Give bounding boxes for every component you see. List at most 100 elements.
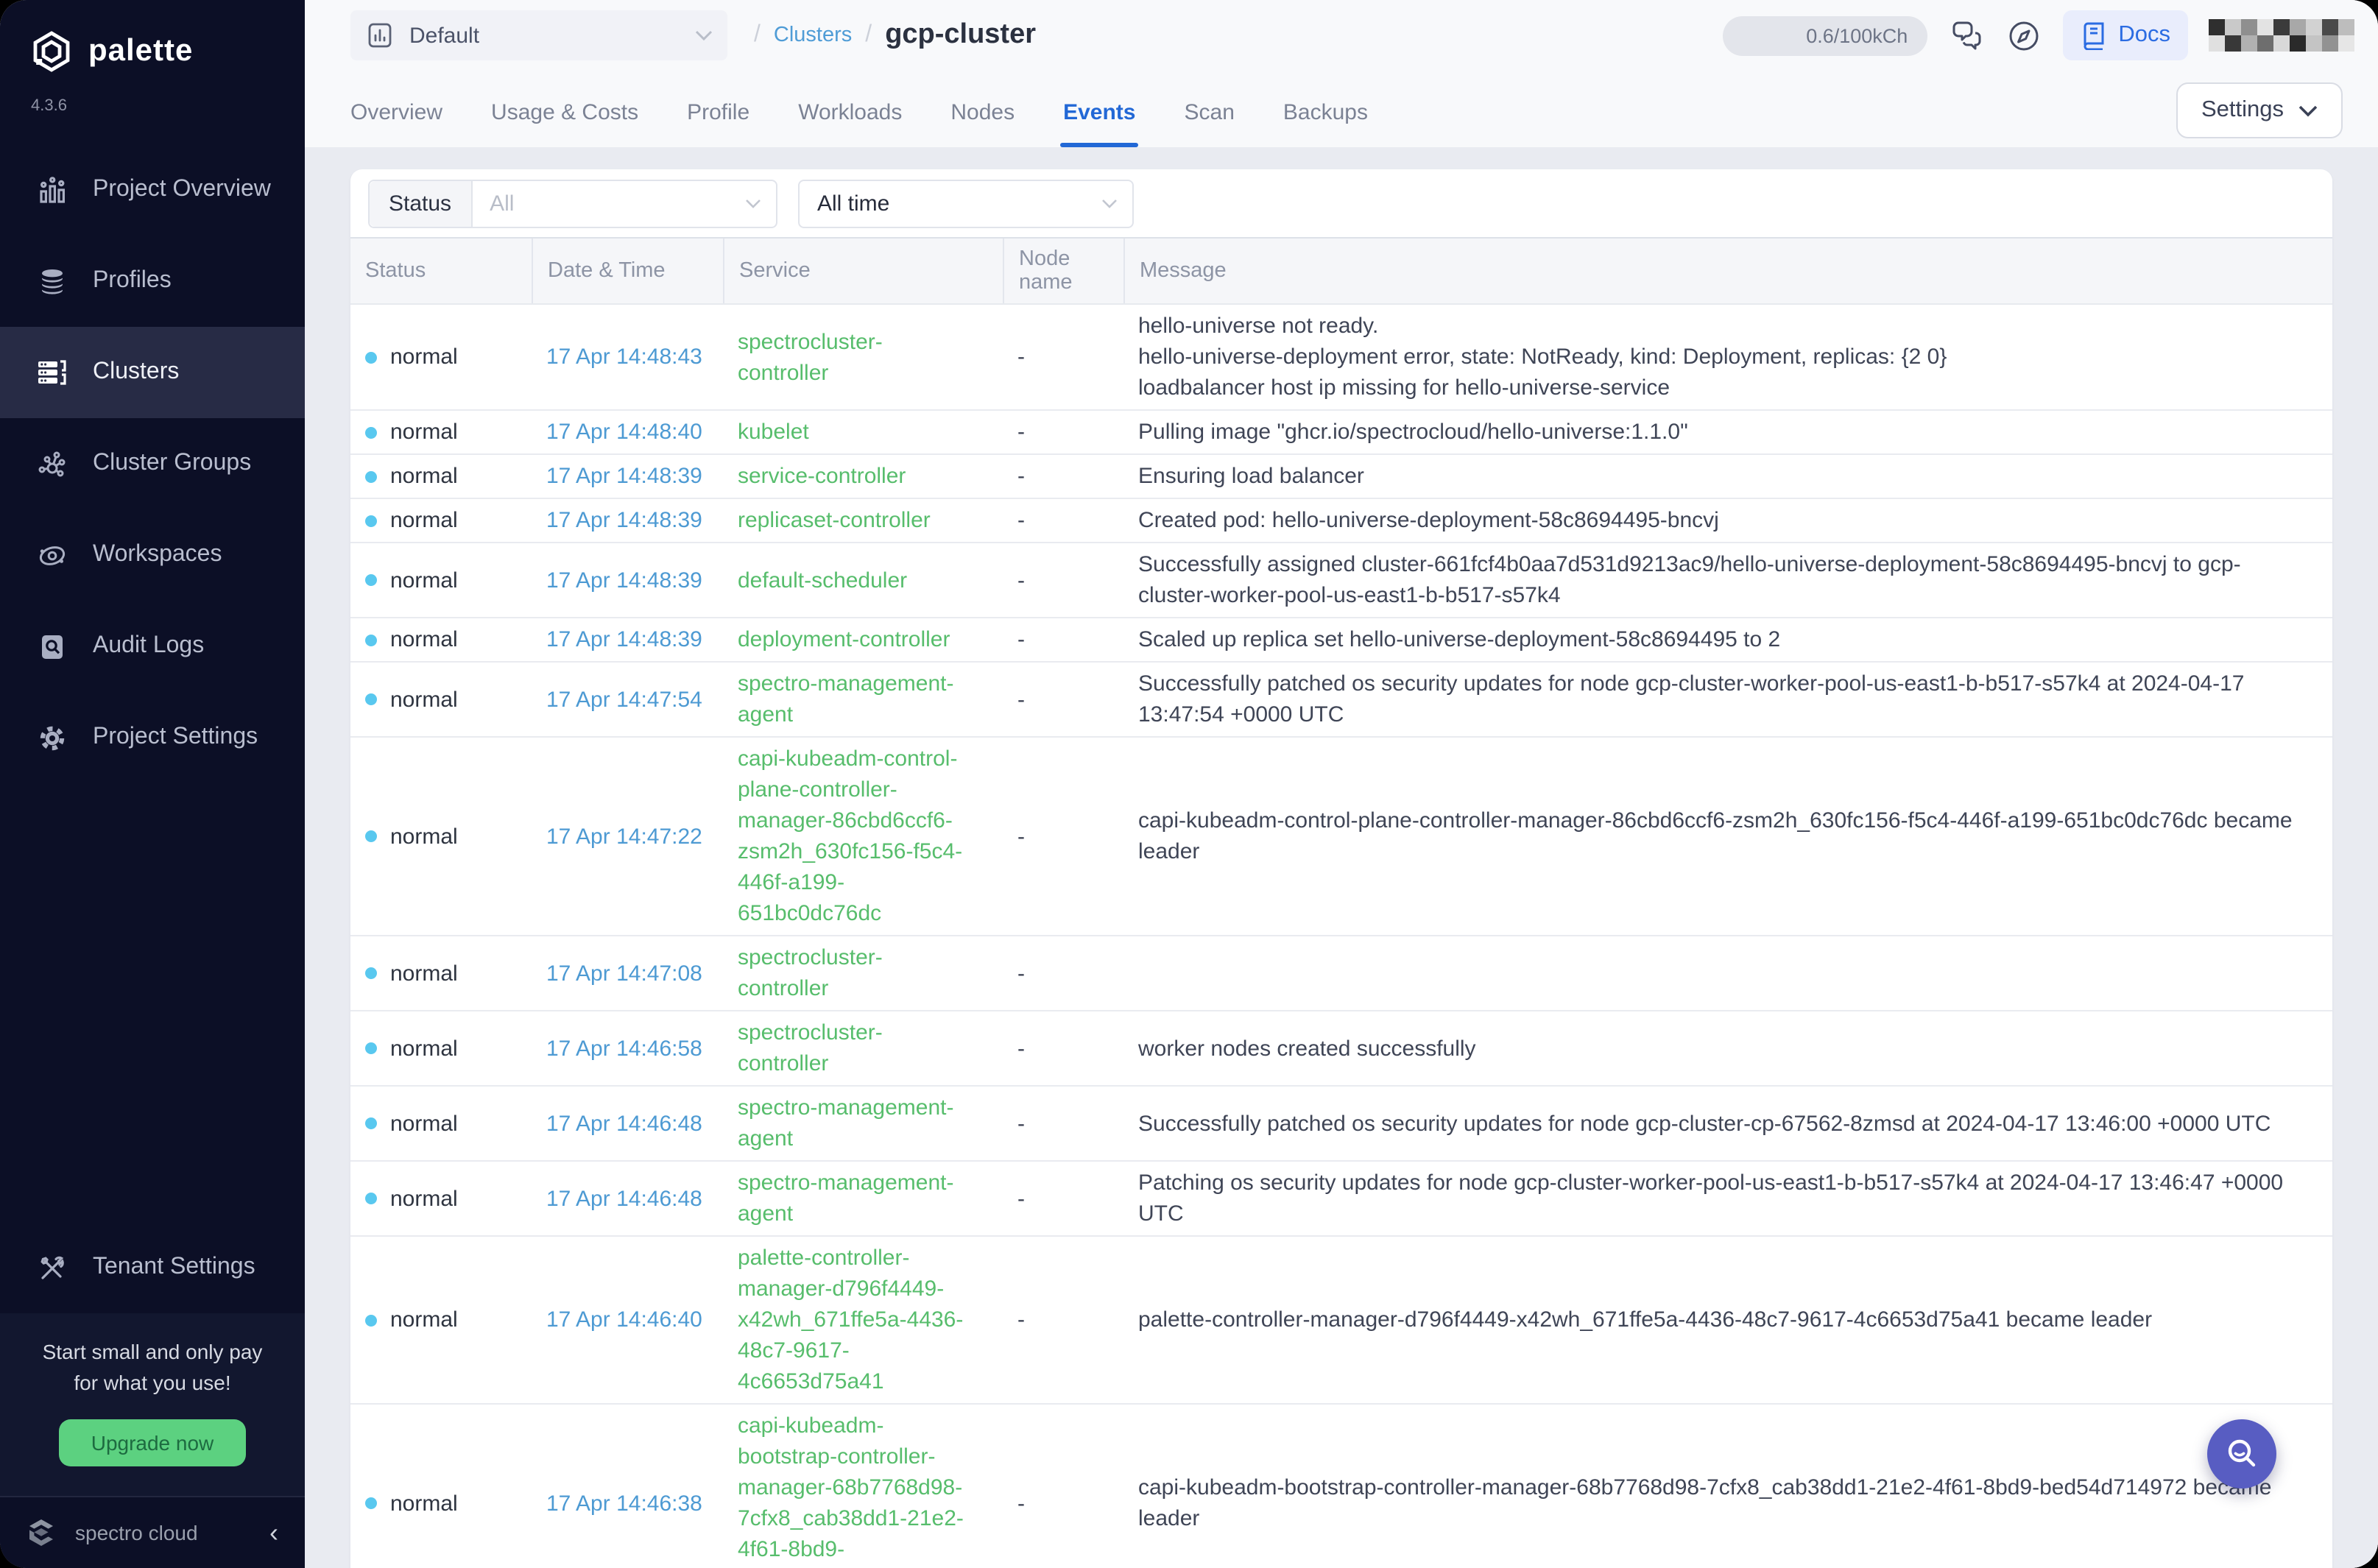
project-selector[interactable]: Default: [350, 10, 727, 60]
event-service-cell[interactable]: palette-controller-manager-d796f4449-x42…: [723, 1237, 1003, 1403]
chat-feedback-icon[interactable]: [1947, 17, 1984, 54]
event-row[interactable]: normal 17 Apr 14:47:22 capi-kubeadm-cont…: [350, 738, 2332, 936]
sidebar-item-cluster-groups[interactable]: Cluster Groups: [0, 418, 305, 509]
tab-profile[interactable]: Profile: [687, 100, 749, 147]
event-date-cell[interactable]: 17 Apr 14:48:40: [532, 411, 723, 453]
event-service-cell[interactable]: kubelet: [723, 411, 1003, 453]
event-service-cell[interactable]: replicaset-controller: [723, 499, 1003, 542]
sidebar-nav: Project Overview Profiles: [0, 144, 305, 783]
event-node-cell: -: [1003, 1177, 1123, 1220]
sidebar-item-audit-logs[interactable]: Audit Logs: [0, 601, 305, 692]
event-service-cell[interactable]: default-scheduler: [723, 559, 1003, 601]
compass-explore-icon[interactable]: [2005, 17, 2042, 54]
event-message-cell: hello-universe not ready. hello-universe…: [1123, 305, 2332, 409]
sidebar-item-label: Audit Logs: [93, 633, 204, 660]
column-header-service: Service: [723, 239, 1003, 303]
time-range-value: All time: [800, 191, 1101, 216]
event-date-cell[interactable]: 17 Apr 14:46:58: [532, 1027, 723, 1070]
event-service-cell[interactable]: spectrocluster-controller: [723, 1011, 1003, 1085]
event-service-cell[interactable]: deployment-controller: [723, 618, 1003, 661]
event-date-cell[interactable]: 17 Apr 14:46:38: [532, 1482, 723, 1525]
event-date-cell[interactable]: 17 Apr 14:47:54: [532, 678, 723, 721]
sidebar-item-clusters[interactable]: Clusters: [0, 327, 305, 418]
event-date-cell[interactable]: 17 Apr 14:48:43: [532, 336, 723, 378]
sidebar-item-project-overview[interactable]: Project Overview: [0, 144, 305, 236]
event-date-cell[interactable]: 17 Apr 14:48:39: [532, 455, 723, 498]
event-row[interactable]: normal 17 Apr 14:46:48 spectro-managemen…: [350, 1087, 2332, 1162]
event-service-cell[interactable]: spectrocluster-controller: [723, 320, 1003, 394]
event-service-cell[interactable]: spectrocluster-controller: [723, 936, 1003, 1010]
event-service-cell[interactable]: capi-kubeadm-bootstrap-controller-manage…: [723, 1405, 1003, 1568]
event-row[interactable]: normal 17 Apr 14:48:43 spectrocluster-co…: [350, 305, 2332, 411]
event-service-cell[interactable]: spectro-management-agent: [723, 1162, 1003, 1235]
tab-backups[interactable]: Backups: [1283, 100, 1368, 147]
status-filter[interactable]: Status All: [368, 179, 777, 227]
event-row[interactable]: normal 17 Apr 14:47:54 spectro-managemen…: [350, 663, 2332, 738]
status-filter-label: Status: [370, 180, 472, 226]
tab-events[interactable]: Events: [1063, 100, 1135, 147]
event-row[interactable]: normal 17 Apr 14:48:39 service-controlle…: [350, 455, 2332, 499]
event-message-cell: capi-kubeadm-control-plane-controller-ma…: [1123, 799, 2332, 873]
event-row[interactable]: normal 17 Apr 14:48:39 default-scheduler…: [350, 543, 2332, 618]
event-row[interactable]: normal 17 Apr 14:48:39 replicaset-contro…: [350, 499, 2332, 543]
brand-name: palette: [88, 34, 193, 69]
settings-button[interactable]: Settings: [2176, 82, 2343, 138]
event-service-cell[interactable]: capi-kubeadm-control-plane-controller-ma…: [723, 738, 1003, 935]
status-dot: [365, 693, 377, 705]
network-nodes-icon: [35, 448, 68, 480]
event-row[interactable]: normal 17 Apr 14:46:48 spectro-managemen…: [350, 1162, 2332, 1237]
status-text: normal: [390, 565, 458, 596]
event-date-cell[interactable]: 17 Apr 14:48:39: [532, 499, 723, 542]
status-text: normal: [390, 958, 458, 989]
event-row[interactable]: normal 17 Apr 14:46:58 spectrocluster-co…: [350, 1011, 2332, 1087]
event-row[interactable]: normal 17 Apr 14:46:38 capi-kubeadm-boot…: [350, 1405, 2332, 1568]
status-dot: [365, 351, 377, 363]
time-range-filter[interactable]: All time: [798, 179, 1134, 227]
event-service-cell[interactable]: spectro-management-agent: [723, 663, 1003, 736]
event-date-cell[interactable]: 17 Apr 14:46:40: [532, 1299, 723, 1341]
usage-meter-pill: 0.6/100kCh: [1722, 15, 1927, 55]
breadcrumb-clusters-link[interactable]: Clusters: [774, 24, 852, 47]
tab-overview[interactable]: Overview: [350, 100, 442, 147]
sidebar-item-profiles[interactable]: Profiles: [0, 236, 305, 327]
docs-button[interactable]: Docs: [2062, 10, 2188, 60]
redacted-user-mosaic[interactable]: [2209, 19, 2354, 52]
event-row[interactable]: normal 17 Apr 14:48:39 deployment-contro…: [350, 618, 2332, 663]
status-dot: [365, 1117, 377, 1129]
tab-workloads[interactable]: Workloads: [798, 100, 902, 147]
event-row[interactable]: normal 17 Apr 14:48:40 kubelet - Pulling…: [350, 411, 2332, 455]
sidebar-item-workspaces[interactable]: Workspaces: [0, 509, 305, 601]
event-status-cell: normal: [350, 411, 532, 453]
event-row[interactable]: normal 17 Apr 14:47:08 spectrocluster-co…: [350, 936, 2332, 1011]
event-date-cell[interactable]: 17 Apr 14:47:08: [532, 952, 723, 995]
collapse-sidebar-icon[interactable]: ‹: [269, 1519, 278, 1546]
sidebar-item-project-settings[interactable]: Project Settings: [0, 692, 305, 783]
sidebar-item-label: Workspaces: [93, 542, 222, 568]
status-text: normal: [390, 1304, 458, 1335]
tab-scan[interactable]: Scan: [1185, 100, 1235, 147]
layers-stack-icon: [35, 265, 68, 297]
event-date-cell[interactable]: 17 Apr 14:48:39: [532, 559, 723, 601]
page-title: gcp-cluster: [885, 19, 1036, 52]
sidebar-item-tenant-settings[interactable]: Tenant Settings: [0, 1222, 305, 1313]
event-date-cell[interactable]: 17 Apr 14:46:48: [532, 1102, 723, 1145]
sidebar-item-label: Project Settings: [93, 724, 258, 751]
event-node-cell: -: [1003, 1102, 1123, 1145]
event-node-cell: -: [1003, 499, 1123, 542]
event-date-cell[interactable]: 17 Apr 14:48:39: [532, 618, 723, 661]
event-node-cell: -: [1003, 618, 1123, 661]
event-date-cell[interactable]: 17 Apr 14:46:48: [532, 1177, 723, 1220]
status-text: normal: [390, 417, 458, 448]
event-date-cell[interactable]: 17 Apr 14:47:22: [532, 815, 723, 858]
event-row[interactable]: normal 17 Apr 14:46:40 palette-controlle…: [350, 1237, 2332, 1405]
search-fab-button[interactable]: [2207, 1419, 2276, 1488]
tab-usage-costs[interactable]: Usage & Costs: [491, 100, 638, 147]
event-status-cell: normal: [350, 952, 532, 995]
event-service-cell[interactable]: spectro-management-agent: [723, 1087, 1003, 1160]
brand-logo-row: palette: [0, 0, 305, 74]
tab-nodes[interactable]: Nodes: [950, 100, 1015, 147]
upgrade-now-button[interactable]: Upgrade now: [59, 1419, 247, 1466]
event-service-cell[interactable]: service-controller: [723, 455, 1003, 498]
server-stack-icon: [35, 356, 68, 389]
project-selector-value: Default: [409, 23, 479, 48]
